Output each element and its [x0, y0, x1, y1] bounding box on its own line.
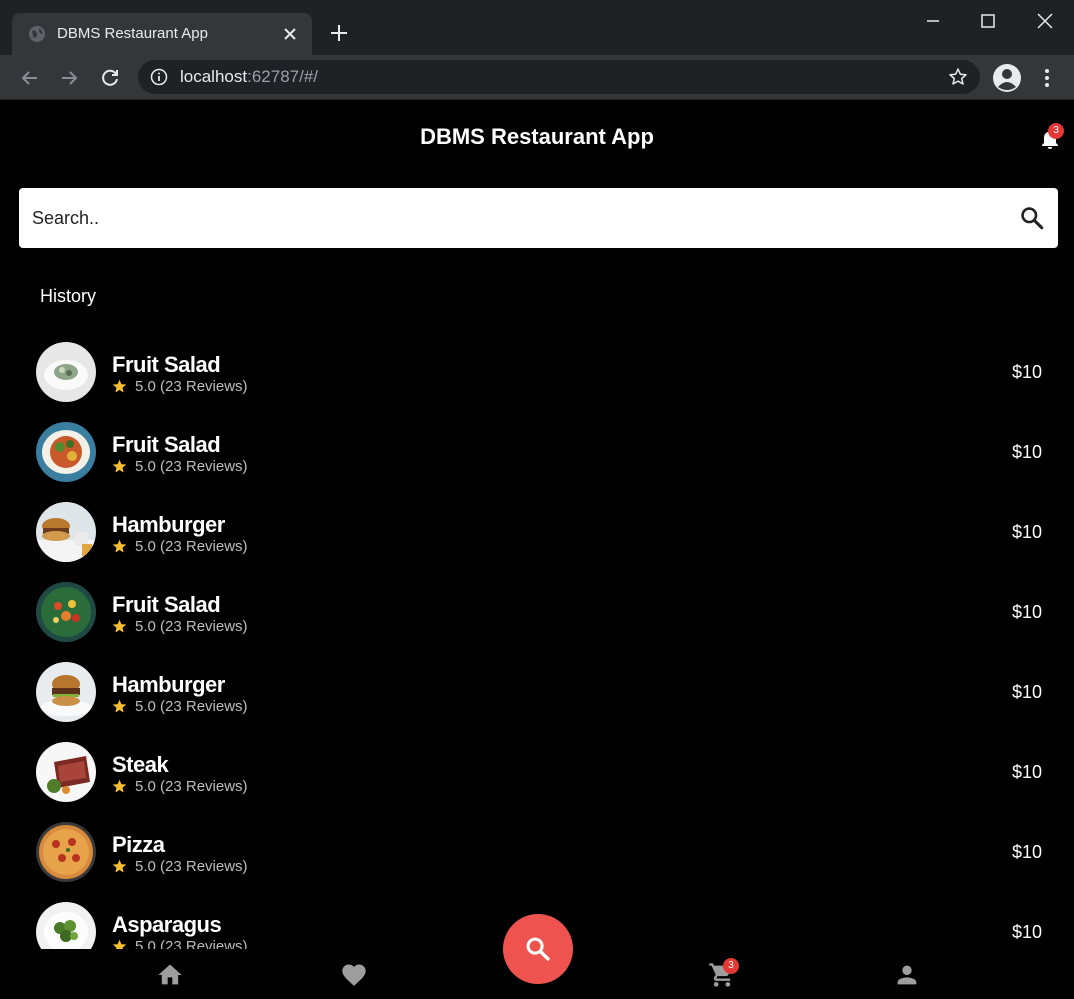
star-icon	[112, 619, 127, 633]
food-image	[36, 742, 96, 802]
food-image	[36, 822, 96, 882]
search-icon[interactable]	[1019, 205, 1045, 231]
app-title: DBMS Restaurant App	[420, 124, 654, 149]
food-image	[36, 662, 96, 722]
search-bar	[19, 188, 1058, 248]
close-icon[interactable]	[280, 24, 300, 44]
food-image	[36, 502, 96, 562]
item-name: Pizza	[112, 832, 165, 857]
browser-tabstrip: DBMS Restaurant App	[0, 0, 1074, 55]
rating-text: 5.0 (23 Reviews)	[135, 858, 248, 875]
profile-avatar-icon[interactable]	[992, 63, 1022, 93]
star-icon	[112, 379, 127, 393]
url-host: localhost	[180, 67, 248, 86]
item-price: $10	[1011, 442, 1042, 462]
rating-text: 5.0 (23 Reviews)	[135, 538, 248, 555]
info-icon[interactable]	[150, 68, 168, 86]
item-price: $10	[1011, 602, 1042, 622]
item-name: Fruit Salad	[112, 592, 221, 617]
item-price: $10	[1011, 522, 1042, 542]
item-name: Hamburger	[112, 672, 225, 697]
star-icon	[112, 539, 127, 553]
list-item[interactable]: Hamburger 5.0 (23 Reviews) $10	[0, 492, 1074, 572]
maximize-icon[interactable]	[975, 8, 1001, 34]
home-icon[interactable]	[156, 961, 184, 989]
rating-text: 5.0 (23 Reviews)	[135, 458, 248, 475]
item-name: Fruit Salad	[112, 432, 221, 457]
tab-title: DBMS Restaurant App	[57, 25, 208, 42]
reload-icon[interactable]	[98, 66, 122, 90]
item-price: $10	[1011, 922, 1042, 942]
item-name: Hamburger	[112, 512, 225, 537]
section-title-history: History	[40, 286, 97, 306]
item-name: Steak	[112, 752, 169, 777]
item-price: $10	[1011, 362, 1042, 382]
url-text: localhost:62787/#/	[180, 67, 318, 87]
browser-tab[interactable]: DBMS Restaurant App	[12, 13, 312, 55]
food-image	[36, 902, 96, 949]
list-item[interactable]: Fruit Salad 5.0 (23 Reviews) $10	[0, 332, 1074, 412]
notification-badge: 3	[1048, 123, 1064, 139]
star-icon	[112, 459, 127, 473]
list-item[interactable]: Fruit Salad 5.0 (23 Reviews) $10	[0, 572, 1074, 652]
globe-icon	[29, 26, 45, 42]
minimize-icon[interactable]	[920, 8, 946, 34]
rating-text: 5.0 (23 Reviews)	[135, 378, 248, 395]
star-icon	[112, 779, 127, 793]
item-price: $10	[1011, 842, 1042, 862]
star-icon	[112, 859, 127, 873]
window-close-icon[interactable]	[1032, 8, 1058, 34]
heart-icon[interactable]	[340, 961, 368, 989]
rating-text: 5.0 (23 Reviews)	[135, 938, 248, 949]
bookmark-star-icon[interactable]	[948, 67, 968, 87]
search-input[interactable]	[19, 188, 999, 248]
browser-toolbar: localhost:62787/#/	[0, 55, 1074, 100]
address-bar[interactable]: localhost:62787/#/	[138, 60, 980, 94]
item-name: Fruit Salad	[112, 352, 221, 377]
food-image	[36, 342, 96, 402]
list-item[interactable]: Fruit Salad 5.0 (23 Reviews) $10	[0, 412, 1074, 492]
search-icon	[526, 937, 550, 961]
food-image	[36, 422, 96, 482]
item-name: Asparagus	[112, 912, 222, 937]
history-list: Fruit Salad 5.0 (23 Reviews) $10 Fruit S…	[0, 332, 1074, 949]
rating-text: 5.0 (23 Reviews)	[135, 778, 248, 795]
star-icon	[112, 699, 127, 713]
rating-text: 5.0 (23 Reviews)	[135, 698, 248, 715]
food-image	[36, 582, 96, 642]
item-price: $10	[1011, 762, 1042, 782]
person-icon[interactable]	[893, 961, 921, 989]
forward-arrow-icon[interactable]	[57, 66, 81, 90]
cart-badge: 3	[723, 958, 739, 974]
search-fab-button[interactable]	[503, 914, 573, 984]
list-item[interactable]: Steak 5.0 (23 Reviews) $10	[0, 732, 1074, 812]
new-tab-icon[interactable]	[328, 22, 350, 44]
rating-text: 5.0 (23 Reviews)	[135, 618, 248, 635]
more-menu-icon[interactable]	[1038, 66, 1056, 90]
list-item[interactable]: Hamburger 5.0 (23 Reviews) $10	[0, 652, 1074, 732]
item-price: $10	[1011, 682, 1042, 702]
back-arrow-icon[interactable]	[18, 66, 42, 90]
list-item[interactable]: Pizza 5.0 (23 Reviews) $10	[0, 812, 1074, 892]
star-icon	[112, 939, 127, 949]
url-path: :62787/#/	[247, 67, 319, 86]
